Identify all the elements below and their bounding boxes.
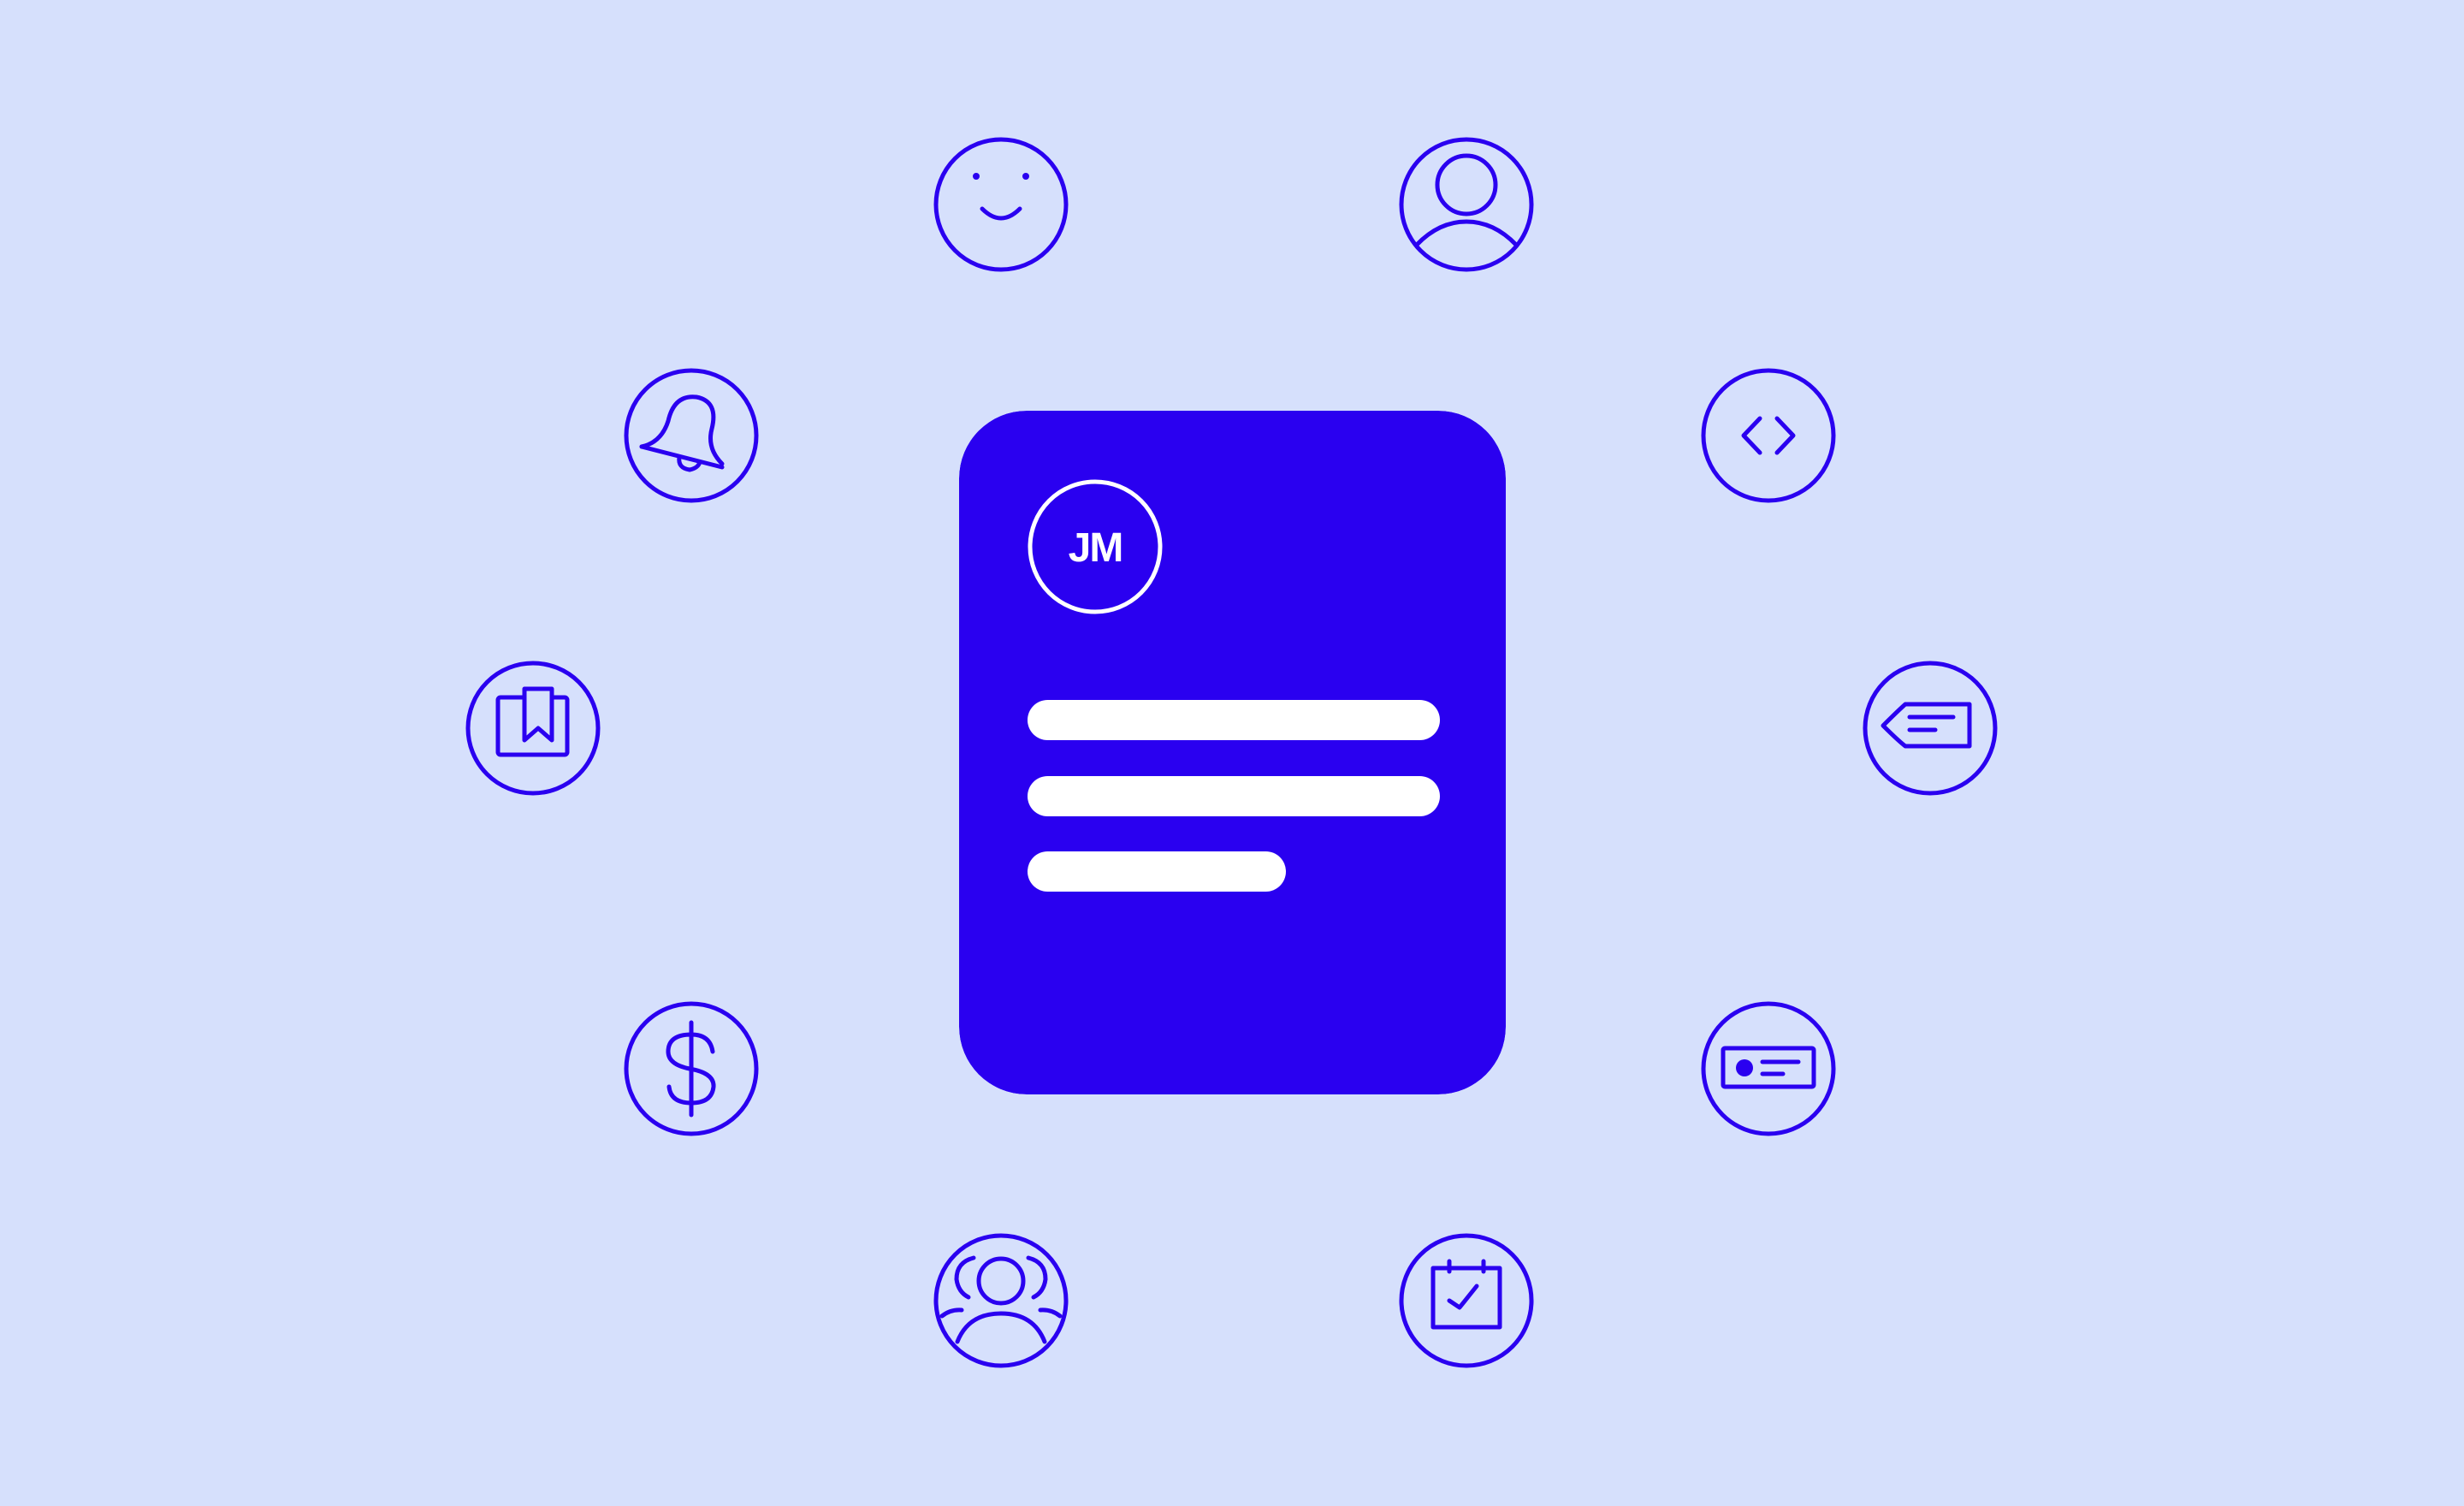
smiley-icon [933, 136, 1069, 273]
monogram-text: JM [1069, 525, 1122, 571]
id-card-icon [1700, 1000, 1837, 1137]
illustration-canvas: JM [0, 0, 2464, 1506]
team-icon [933, 1232, 1069, 1369]
calendar-check-icon [1398, 1232, 1535, 1369]
tag-icon [1862, 660, 1999, 797]
content-line [1028, 776, 1440, 816]
user-profile-icon [1398, 136, 1535, 273]
content-line-short [1028, 851, 1286, 892]
content-line [1028, 700, 1440, 740]
document-card: JM [959, 411, 1506, 1094]
code-icon [1700, 367, 1837, 504]
dollar-icon [623, 1000, 760, 1137]
bookmark-box-icon [465, 660, 601, 797]
bell-icon [623, 367, 760, 504]
